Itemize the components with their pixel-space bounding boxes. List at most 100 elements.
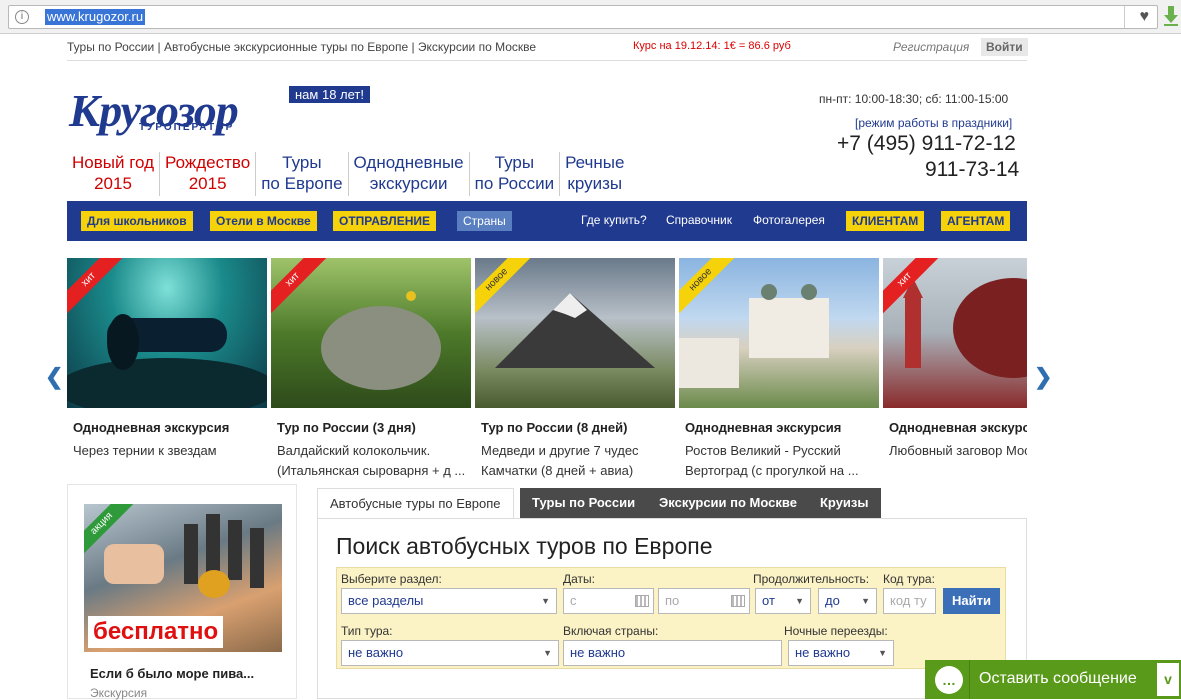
category-russia-tours[interactable]: Туры по России (470, 152, 561, 196)
carousel-next-arrow[interactable]: ❯ (1034, 364, 1052, 390)
register-link[interactable]: Регистрация (893, 40, 969, 54)
tour-carousel: хит Однодневная экскурсия Через тернии к… (67, 258, 1027, 488)
search-form: Выберите раздел: все разделы ▼ Даты: с по… (336, 567, 1006, 669)
slide-description[interactable]: Любовный заговор Москвы (889, 441, 1027, 461)
departure-button[interactable]: ОТПРАВЛЕНИЕ (333, 211, 436, 231)
phone-primary: +7 (495) 911-72-12 (837, 132, 1016, 155)
category-new-year[interactable]: Новый год 2015 (67, 152, 161, 196)
category-label: 2015 (188, 174, 227, 193)
slide-description[interactable]: Ростов Великий - Русский Вертоград (с про… (685, 441, 879, 481)
slide-title[interactable]: Тур по России (8 дней) (481, 420, 627, 435)
top-section-links[interactable]: Туры по России | Автобусные экскурсионны… (67, 40, 536, 54)
main-menu-bar: Для школьников Отели в Москве ОТПРАВЛЕНИ… (67, 201, 1027, 241)
promo-image[interactable]: акция бесплатно (84, 504, 282, 652)
slide-image[interactable]: новое (475, 258, 675, 408)
anniversary-badge: нам 18 лет! (289, 86, 370, 103)
slide-desc-line: Камчатки (8 дней + авиа) (481, 463, 634, 478)
countries-input[interactable]: не важно (563, 640, 782, 666)
tab-cruises[interactable]: Круизы (808, 488, 881, 518)
duration-from-select[interactable]: от ▼ (755, 588, 811, 614)
find-button[interactable]: Найти (943, 588, 1000, 614)
duration-to-value: до (825, 593, 840, 608)
slide-description[interactable]: Валдайский колокольчик. (Итальянская сыро… (277, 441, 471, 481)
slide-title[interactable]: Однодневная экскурсия (73, 420, 229, 435)
chat-minimize-button[interactable]: v (1157, 663, 1179, 696)
category-river-cruises[interactable]: Речные круизы (560, 152, 629, 196)
duration-from-value: от (762, 593, 775, 608)
slide-desc-line: Ростов Великий - Русский (685, 443, 841, 458)
night-transfers-select[interactable]: не важно ▼ (788, 640, 894, 666)
leave-message-label[interactable]: Оставить сообщение (979, 670, 1137, 688)
slide-image[interactable]: хит (883, 258, 1027, 408)
url-text[interactable]: www.krugozor.ru (45, 9, 146, 25)
chevron-down-icon: ▼ (543, 648, 552, 658)
section-label: Выберите раздел: (341, 572, 442, 586)
slide-image[interactable]: хит (271, 258, 471, 408)
carousel-slide[interactable]: хит Однодневная экскурсия Через тернии к… (67, 258, 267, 488)
slide-description[interactable]: Через тернии к звездам (73, 441, 267, 461)
slide-title[interactable]: Тур по России (3 дня) (277, 420, 416, 435)
promo-block[interactable]: акция бесплатно Если б было море пива...… (67, 484, 297, 700)
bookmark-heart-icon[interactable]: ♥ (1140, 8, 1150, 26)
countries-label: Включая страны: (563, 624, 659, 638)
site-info-icon[interactable]: i (15, 10, 29, 24)
tab-europe-bus-tours[interactable]: Автобусные туры по Европе (317, 488, 514, 518)
slide-title[interactable]: Однодневная экскурсия (889, 420, 1027, 435)
clients-button[interactable]: КЛИЕНТАМ (846, 211, 925, 231)
slide-desc-line: Валдайский колокольчик. (277, 443, 431, 458)
gallery-link[interactable]: Фотогалерея (753, 213, 825, 227)
category-label: по России (474, 174, 555, 193)
chevron-down-icon: ▼ (541, 596, 550, 606)
carousel-slide[interactable]: хит Однодневная экскурсия Любовный загов… (883, 258, 1027, 488)
slide-image[interactable]: новое (679, 258, 879, 408)
tour-code-input[interactable]: код ту (883, 588, 936, 614)
duration-to-select[interactable]: до ▼ (818, 588, 877, 614)
carousel-slide[interactable]: хит Тур по России (3 дня) Валдайский кол… (271, 258, 471, 488)
calendar-icon[interactable] (731, 595, 745, 607)
moscow-hotels-button[interactable]: Отели в Москве (210, 211, 317, 231)
carousel-slide[interactable]: новое Тур по России (8 дней) Медведи и д… (475, 258, 675, 488)
tour-type-select[interactable]: не важно ▼ (341, 640, 559, 666)
reference-link[interactable]: Справочник (666, 213, 732, 227)
phone-secondary: 911-73-14 (925, 158, 1020, 181)
date-to-input[interactable]: по (658, 588, 750, 614)
slide-title[interactable]: Однодневная экскурсия (685, 420, 841, 435)
slide-desc-line: Любовный заговор Москвы (889, 443, 1027, 458)
night-transfers-value: не важно (795, 645, 851, 660)
logo-subtitle: ТУРОПЕРАТОР (139, 122, 235, 133)
schoolkids-button[interactable]: Для школьников (81, 211, 193, 231)
category-label: Новый год (72, 153, 155, 172)
agents-button[interactable]: АГЕНТАМ (941, 211, 1011, 231)
promo-subtitle: Экскурсия (90, 686, 148, 700)
category-christmas[interactable]: Рождество 2015 (160, 152, 257, 196)
tour-type-value: не важно (348, 645, 404, 660)
holiday-hours-link[interactable]: [режим работы в праздники] (855, 116, 1012, 130)
calendar-icon[interactable] (635, 595, 649, 607)
divider (969, 660, 970, 699)
category-europe-tours[interactable]: Туры по Европе (256, 152, 349, 196)
browser-toolbar: i www.krugozor.ru ♥ (0, 0, 1181, 34)
office-hours: пн-пт: 10:00-18:30; сб: 11:00-15:00 (819, 92, 1009, 106)
date-from-input[interactable]: с (563, 588, 654, 614)
countries-button[interactable]: Страны (457, 211, 512, 231)
address-bar[interactable]: i www.krugozor.ru ♥ (8, 5, 1158, 29)
tab-russia-tours[interactable]: Туры по России (520, 488, 648, 518)
login-button[interactable]: Войти (981, 38, 1028, 56)
chat-widget[interactable]: … Оставить сообщение v (925, 660, 1181, 699)
tour-type-label: Тип тура: (341, 624, 393, 638)
category-label: Речные (565, 153, 625, 172)
where-to-buy-link[interactable]: Где купить? (581, 213, 647, 227)
search-title: Поиск автобусных туров по Европе (336, 533, 713, 559)
slide-image[interactable]: хит (67, 258, 267, 408)
section-select[interactable]: все разделы ▼ (341, 588, 557, 614)
category-label: экскурсии (369, 174, 448, 193)
tab-moscow-excursions[interactable]: Экскурсии по Москве (647, 488, 809, 518)
promo-title[interactable]: Если б было море пива... (90, 666, 254, 681)
slide-description[interactable]: Медведи и другие 7 чудес Камчатки (8 дней… (481, 441, 675, 481)
carousel-slide[interactable]: новое Однодневная экскурсия Ростов Велик… (679, 258, 879, 488)
date-from-placeholder: с (570, 593, 577, 608)
carousel-prev-arrow[interactable]: ❮ (45, 364, 63, 390)
download-icon[interactable] (1164, 6, 1178, 26)
category-one-day-excursions[interactable]: Однодневные экскурсии (349, 152, 470, 196)
logo[interactable]: Кругозор ТУРОПЕРАТОР (69, 85, 289, 136)
